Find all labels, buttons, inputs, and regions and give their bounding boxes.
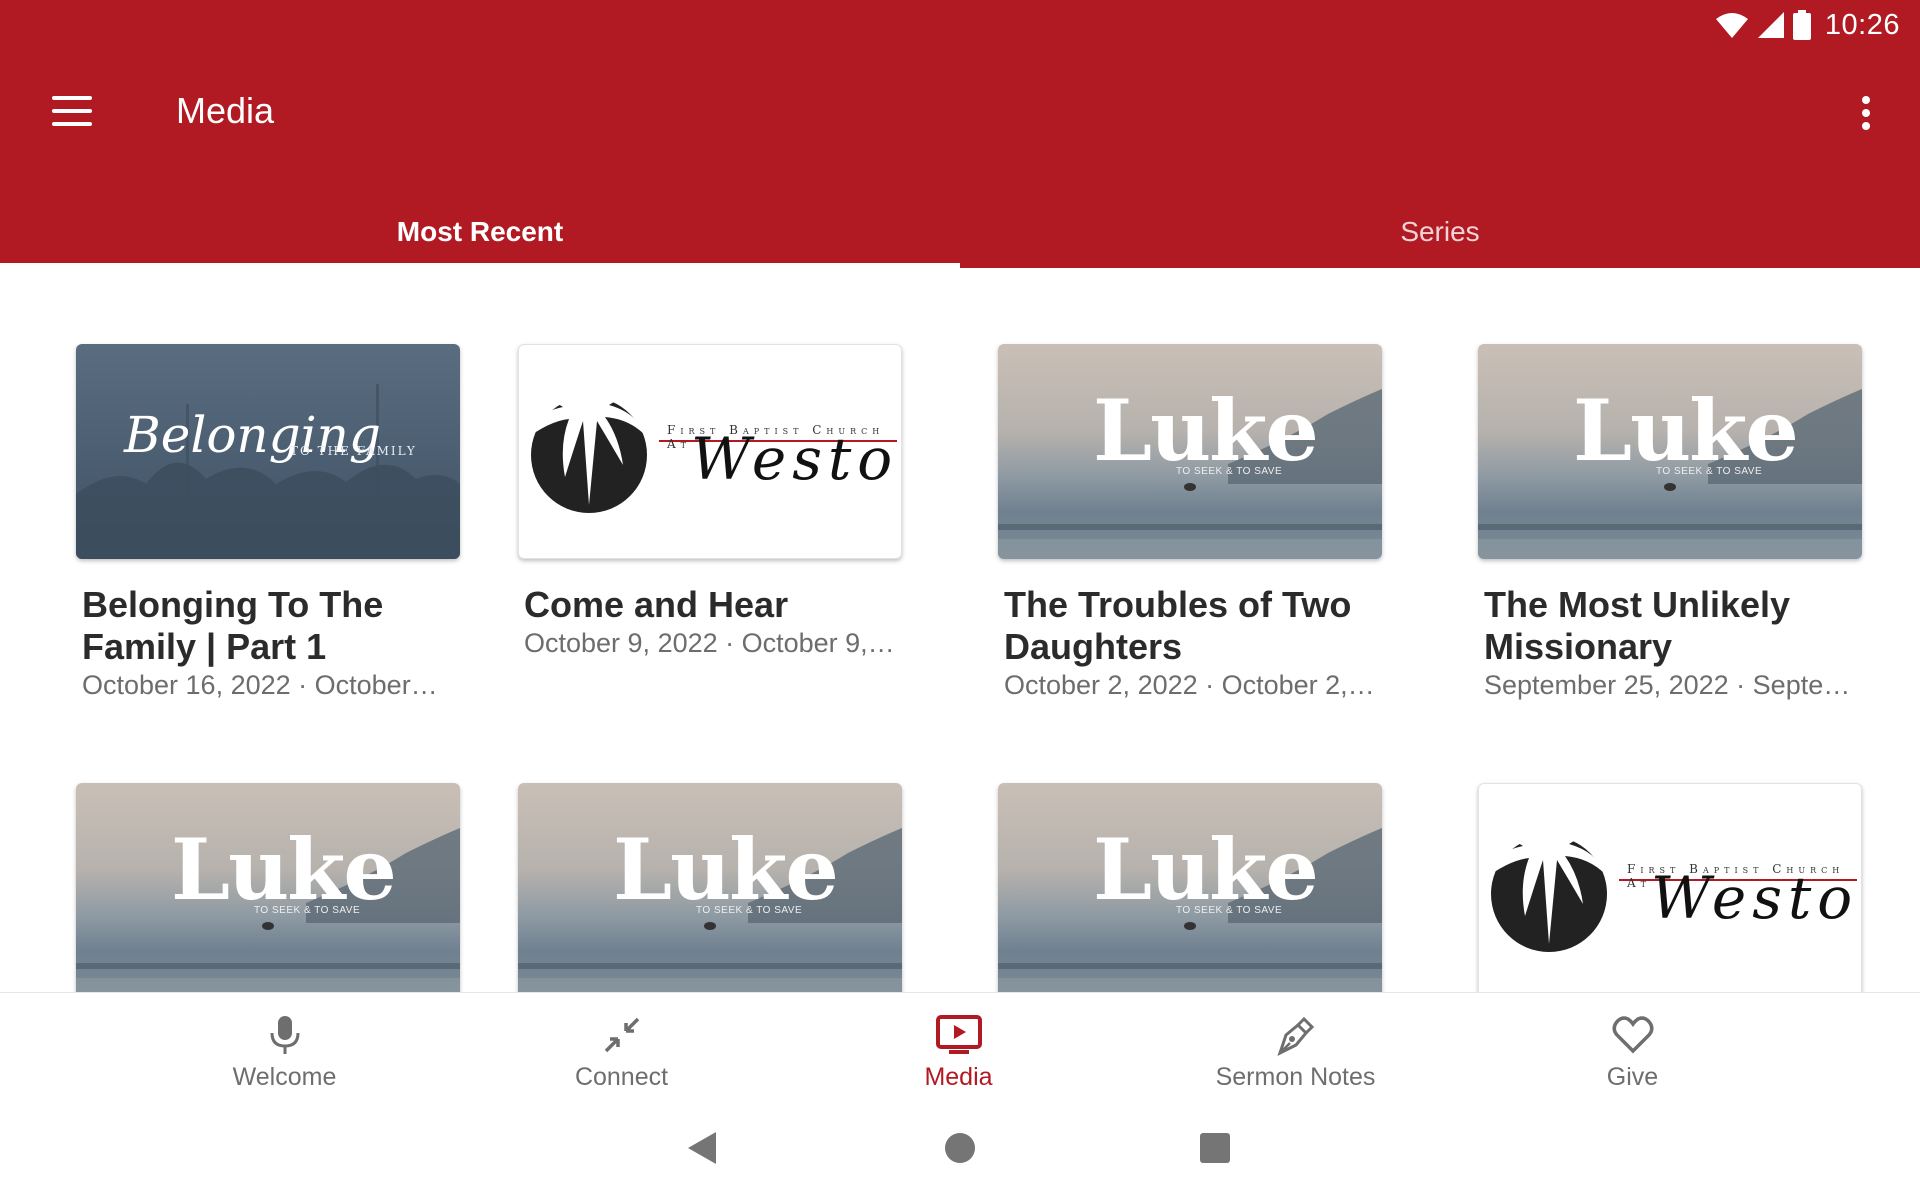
media-title: Belonging To The Family | Part 1 xyxy=(82,584,384,667)
media-thumbnail[interactable]: First Baptist Church AtWeston xyxy=(518,344,902,559)
nav-sermon-notes[interactable]: Sermon Notes xyxy=(1127,993,1464,1103)
nav-label-give: Give xyxy=(1606,1063,1659,1091)
thumb-subtitle-text: TO SEEK & TO SAVE xyxy=(254,905,361,916)
thumb-title-text: Luke xyxy=(1093,820,1319,919)
media-date: September 25, 2022 · Septe… xyxy=(1484,670,1851,700)
media-card[interactable]: Luke TO SEEK & TO SAVE The Most Unlikely M… xyxy=(1478,344,1862,701)
media-card[interactable]: Luke TO SEEK & TO SAVE xyxy=(998,783,1382,992)
thumb-subtitle-text: TO SEEK & TO SAVE xyxy=(1176,466,1283,477)
thumb-title-text: Luke xyxy=(613,820,839,919)
thumb-subtitle-text: TO SEEK & TO SAVE xyxy=(1656,466,1763,477)
media-thumbnail[interactable]: First Baptist Church AtWeston xyxy=(1478,783,1862,992)
status-bar: 10:26 xyxy=(1715,8,1900,42)
tab-bar: Most Recent Series xyxy=(0,196,1920,268)
tv-play-icon xyxy=(935,1015,982,1054)
nav-label-media: Media xyxy=(924,1063,993,1091)
thumb-title-text: Weston xyxy=(1651,864,1861,932)
tab-most-recent[interactable]: Most Recent xyxy=(0,196,960,268)
wifi-icon xyxy=(1715,13,1748,38)
media-card[interactable]: Luke TO SEEK & TO SAVE The Troubles of Two… xyxy=(998,344,1382,701)
media-date: October 16, 2022 · October… xyxy=(82,670,438,700)
media-thumbnail[interactable]: Belonging TO THE FAMILY xyxy=(76,344,460,559)
microphone-icon xyxy=(270,1016,299,1054)
media-card[interactable]: First Baptist Church AtWeston xyxy=(1478,783,1862,992)
system-navigation-bar xyxy=(0,1102,1920,1200)
media-thumbnail[interactable]: Luke TO SEEK & TO SAVE xyxy=(998,344,1382,559)
media-grid: Belonging TO THE FAMILY Belonging To The F… xyxy=(0,268,1920,992)
home-icon[interactable] xyxy=(944,1130,976,1166)
media-card[interactable]: Luke TO SEEK & TO SAVE xyxy=(76,783,460,992)
nav-label-welcome: Welcome xyxy=(232,1063,337,1091)
tab-series[interactable]: Series xyxy=(960,196,1920,268)
thumb-title-text: Luke xyxy=(1093,381,1319,480)
nav-label-sermon-notes: Sermon Notes xyxy=(1215,1063,1376,1091)
media-date: October 9, 2022 · October 9,… xyxy=(524,628,895,658)
media-card[interactable]: First Baptist Church AtWeston Come and He… xyxy=(518,344,902,659)
media-thumbnail[interactable]: Luke TO SEEK & TO SAVE xyxy=(998,783,1382,992)
media-thumbnail[interactable]: Luke TO SEEK & TO SAVE xyxy=(518,783,902,992)
hamburger-menu-icon[interactable] xyxy=(52,96,92,126)
page-title: Media xyxy=(176,90,275,131)
nav-welcome[interactable]: Welcome xyxy=(116,993,453,1103)
media-title: The Troubles of Two Daughters xyxy=(1004,584,1352,667)
heart-icon xyxy=(1612,1016,1653,1054)
back-icon[interactable] xyxy=(686,1130,718,1166)
recents-icon[interactable] xyxy=(1199,1130,1231,1166)
pen-nib-icon xyxy=(1276,1016,1314,1056)
media-card[interactable]: Belonging TO THE FAMILY Belonging To The F… xyxy=(76,344,460,701)
thumb-title-text: Luke xyxy=(1573,381,1799,480)
thumb-subtitle-text: TO THE FAMILY xyxy=(290,444,417,458)
media-thumbnail[interactable]: Luke TO SEEK & TO SAVE xyxy=(76,783,460,992)
nav-give[interactable]: Give xyxy=(1464,993,1801,1103)
nav-label-connect: Connect xyxy=(574,1063,669,1091)
media-title: Come and Hear xyxy=(524,584,789,625)
overflow-menu-icon[interactable] xyxy=(1860,96,1872,130)
thumb-subtitle-text: TO SEEK & TO SAVE xyxy=(696,905,803,916)
nav-media[interactable]: Media xyxy=(790,993,1127,1103)
bottom-navigation: Welcome Connect Media Sermon Notes Give xyxy=(0,992,1920,1102)
nav-connect[interactable]: Connect xyxy=(453,993,790,1103)
cell-signal-icon xyxy=(1757,12,1784,38)
media-title: The Most Unlikely Missionary xyxy=(1484,584,1791,667)
app-header: 10:26 Media Most Recent Series xyxy=(0,0,1920,268)
thumb-subtitle-text: TO SEEK & TO SAVE xyxy=(1176,905,1283,916)
thumb-title-text: Weston xyxy=(691,425,901,493)
thumb-title-text: Luke xyxy=(171,820,397,919)
media-card[interactable]: Luke TO SEEK & TO SAVE xyxy=(518,783,902,992)
collapse-arrows-icon xyxy=(604,1017,639,1053)
media-thumbnail[interactable]: Luke TO SEEK & TO SAVE xyxy=(1478,344,1862,559)
media-date: October 2, 2022 · October 2,… xyxy=(1004,670,1375,700)
app-root: 10:26 Media Most Recent Series Belonging… xyxy=(0,0,1920,1200)
status-time: 10:26 xyxy=(1824,8,1900,41)
battery-icon xyxy=(1792,10,1811,40)
